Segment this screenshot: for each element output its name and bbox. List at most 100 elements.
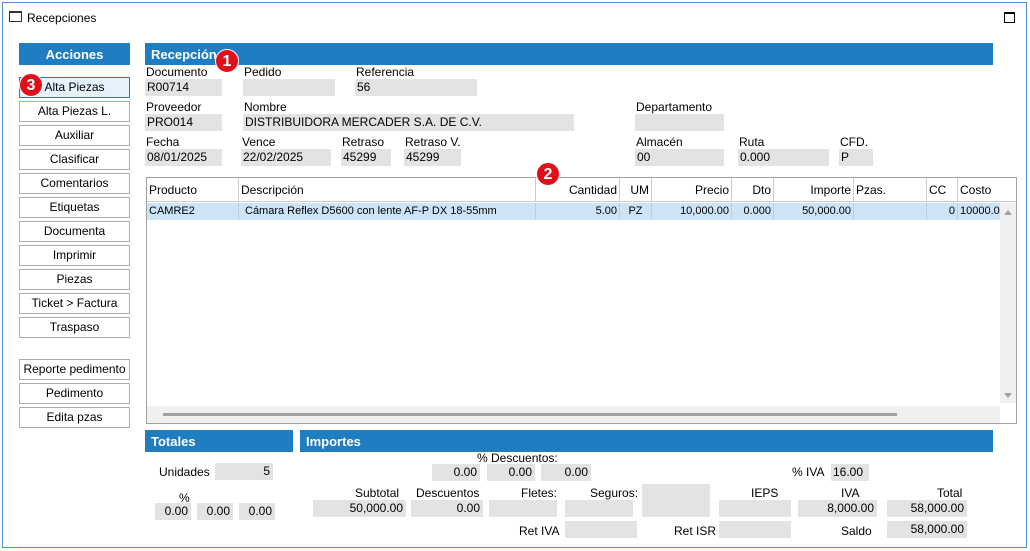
annotation-badge-3: 3 — [19, 73, 43, 97]
referencia-field[interactable]: 56 — [355, 79, 477, 96]
annotation-badge-1: 1 — [215, 49, 239, 73]
vertical-scrollbar[interactable] — [1000, 203, 1016, 403]
pedido-label: Pedido — [244, 65, 282, 79]
descuentos-field[interactable]: 0.00 — [411, 500, 483, 517]
fletes-field[interactable] — [489, 500, 557, 517]
table-cell[interactable]: 5.00 — [536, 203, 620, 220]
unidades-field[interactable]: 5 — [215, 463, 273, 480]
almacen-field[interactable]: 00 — [635, 149, 724, 166]
ruta-label: Ruta — [739, 135, 765, 149]
saldo-field[interactable]: 58,000.00 — [887, 521, 967, 538]
comentarios-button[interactable]: Comentarios — [19, 173, 130, 194]
alta-piezas-l-button[interactable]: Alta Piezas L. — [19, 101, 130, 122]
ieps-field[interactable] — [719, 500, 791, 517]
auxiliar-button[interactable]: Auxiliar — [19, 125, 130, 146]
percent-field-3[interactable]: 0.00 — [239, 503, 275, 520]
unidades-label: Unidades — [159, 465, 210, 479]
fecha-field[interactable]: 08/01/2025 — [145, 149, 222, 166]
total-field[interactable]: 58,000.00 — [887, 500, 967, 517]
descuento-field-1[interactable]: 0.00 — [432, 464, 480, 481]
table-cell[interactable]: 0.000 — [732, 203, 774, 220]
ruta-field[interactable]: 0.000 — [738, 149, 829, 166]
column-header-um[interactable]: UM — [620, 178, 652, 202]
ret-iva-field[interactable] — [565, 521, 637, 538]
pedimento-button[interactable]: Pedimento — [19, 383, 130, 404]
column-header-dto[interactable]: Dto — [732, 178, 774, 202]
extra-field[interactable] — [642, 484, 710, 517]
departamento-field[interactable] — [635, 114, 724, 131]
vence-field[interactable]: 22/02/2025 — [241, 149, 331, 166]
scroll-arrows-icon — [1004, 210, 1012, 398]
acciones-header: Acciones — [19, 43, 130, 65]
title-bar: Recepciones — [3, 3, 1026, 31]
recepcion-header: Recepción — [145, 43, 993, 65]
seguros-label: Seguros: — [590, 486, 639, 500]
descuento-field-3[interactable]: 0.00 — [541, 464, 591, 481]
ret-isr-field[interactable] — [719, 521, 791, 538]
column-header-pzas[interactable]: Pzas. — [854, 178, 927, 202]
iva-percent-field[interactable]: 16.00 — [831, 464, 869, 481]
table-cell[interactable]: CAMRE2 — [147, 203, 239, 220]
table-cell[interactable]: 50,000.00 — [774, 203, 854, 220]
traspaso-button[interactable]: Traspaso — [19, 317, 130, 338]
table-cell[interactable]: Cámara Reflex D5600 con lente AF-P DX 18… — [239, 203, 536, 220]
cfd-field[interactable]: P — [839, 149, 873, 166]
window: Recepciones Acciones Alta Piezas Alta Pi… — [2, 2, 1027, 548]
table-cell[interactable]: PZ — [620, 203, 652, 220]
referencia-label: Referencia — [356, 65, 415, 79]
descuentos-percent-label: % Descuentos: — [477, 451, 558, 465]
percent-field-1[interactable]: 0.00 — [155, 503, 191, 520]
column-header-cc[interactable]: CC — [927, 178, 958, 202]
documenta-button[interactable]: Documenta — [19, 221, 130, 242]
ret-isr-label: Ret ISR — [674, 524, 717, 538]
iva-field[interactable]: 8,000.00 — [798, 500, 877, 517]
documento-label: Documento — [146, 65, 208, 79]
products-grid[interactable]: Producto Descripción Cantidad UM Precio … — [146, 177, 1017, 424]
almacen-label: Almacén — [636, 135, 683, 149]
column-header-descripcion[interactable]: Descripción — [239, 178, 536, 202]
departamento-label: Departamento — [636, 100, 713, 114]
horizontal-scrollbar[interactable] — [147, 406, 1000, 423]
clasificar-button[interactable]: Clasificar — [19, 149, 130, 170]
edita-pzas-button[interactable]: Edita pzas — [19, 407, 130, 428]
descuentos-label: Descuentos — [416, 486, 480, 500]
table-cell[interactable] — [854, 203, 927, 220]
column-header-producto[interactable]: Producto — [147, 178, 239, 202]
saldo-label: Saldo — [841, 524, 872, 538]
imprimir-button[interactable]: Imprimir — [19, 245, 130, 266]
piezas-button[interactable]: Piezas — [19, 269, 130, 290]
column-header-precio[interactable]: Precio — [652, 178, 732, 202]
column-header-costo[interactable]: Costo — [958, 178, 1016, 202]
percent-field-2[interactable]: 0.00 — [197, 503, 233, 520]
fletes-label: Fletes: — [521, 486, 558, 500]
horizontal-scroll-thumb[interactable] — [163, 413, 897, 416]
pedido-field[interactable] — [243, 79, 335, 96]
annotation-badge-2: 2 — [536, 162, 560, 186]
column-header-importe[interactable]: Importe — [774, 178, 854, 202]
subtotal-field[interactable]: 50,000.00 — [313, 500, 406, 517]
retraso-field[interactable]: 45299 — [341, 149, 391, 166]
subtotal-label: Subtotal — [355, 486, 400, 500]
ticket-factura-button[interactable]: Ticket > Factura — [19, 293, 130, 314]
reporte-pedimento-button[interactable]: Reporte pedimento — [19, 359, 130, 380]
window-icon — [9, 11, 22, 22]
descuento-field-2[interactable]: 0.00 — [487, 464, 535, 481]
documento-field[interactable]: R00714 — [145, 79, 222, 96]
retraso-v-field[interactable]: 45299 — [404, 149, 461, 166]
retraso-label: Retraso — [342, 135, 385, 149]
totales-header: Totales — [145, 430, 293, 452]
window-title: Recepciones — [27, 11, 97, 25]
table-cell[interactable]: 0 — [927, 203, 958, 220]
etiquetas-button[interactable]: Etiquetas — [19, 197, 130, 218]
table-cell[interactable]: 10000.00 — [958, 203, 1000, 220]
importes-header: Importes — [300, 430, 993, 452]
ieps-label: IEPS — [751, 486, 779, 500]
iva-label: IVA — [841, 486, 860, 500]
retraso-v-label: Retraso V. — [405, 135, 461, 149]
nombre-field[interactable]: DISTRIBUIDORA MERCADER S.A. DE C.V. — [243, 114, 574, 131]
proveedor-field[interactable]: PRO014 — [145, 114, 222, 131]
maximize-button[interactable] — [1004, 12, 1015, 23]
table-cell[interactable]: 10,000.00 — [652, 203, 732, 220]
seguros-field[interactable] — [565, 500, 633, 517]
total-label: Total — [937, 486, 963, 500]
